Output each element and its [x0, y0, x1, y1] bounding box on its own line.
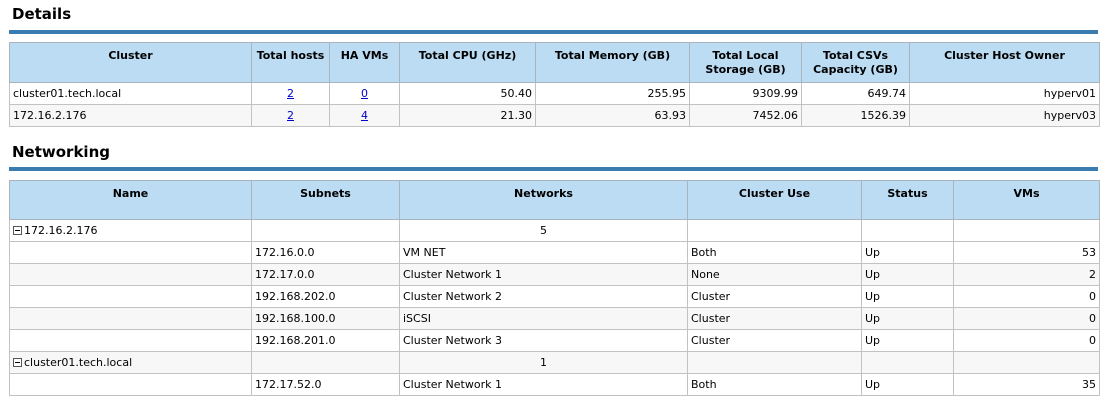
status-value: Up [861, 329, 954, 352]
group-network-count: 5 [399, 219, 688, 242]
cluster-use-value: Cluster [687, 329, 862, 352]
cluster-use-value: Cluster [687, 285, 862, 308]
total-memory-value: 255.95 [535, 82, 690, 105]
subnet-value: 172.16.0.0 [251, 241, 400, 264]
network-value: Cluster Network 1 [399, 373, 688, 396]
col-header-status[interactable]: Status [861, 180, 954, 220]
group-name: cluster01.tech.local [24, 356, 133, 369]
network-value: iSCSI [399, 307, 688, 330]
cluster-use-value: None [687, 263, 862, 286]
total-cpu-value: 50.40 [399, 82, 536, 105]
details-header-row: Cluster Total hosts HA VMs Total CPU (GH… [9, 42, 1100, 83]
total-cpu-value: 21.30 [399, 104, 536, 127]
total-hosts-link[interactable]: 2 [287, 87, 294, 100]
collapse-minus-icon[interactable] [13, 358, 22, 367]
total-local-storage-value: 9309.99 [689, 82, 802, 105]
col-header-cluster[interactable]: Cluster [9, 42, 252, 83]
status-value: Up [861, 373, 954, 396]
status-value: Up [861, 285, 954, 308]
group-row[interactable]: cluster01.tech.local 1 [9, 351, 1100, 374]
networking-title: Networking [12, 143, 110, 161]
total-memory-value: 63.93 [535, 104, 690, 127]
vms-value: 0 [953, 285, 1100, 308]
network-value: Cluster Network 1 [399, 263, 688, 286]
cluster-name: 172.16.2.176 [9, 104, 252, 127]
col-header-cluster-use[interactable]: Cluster Use [687, 180, 862, 220]
details-table: Cluster Total hosts HA VMs Total CPU (GH… [9, 42, 1100, 127]
ha-vms-link[interactable]: 4 [361, 109, 368, 122]
col-header-total-csvs-capacity[interactable]: Total CSVs Capacity (GB) [801, 42, 910, 83]
vms-value: 35 [953, 373, 1100, 396]
total-csvs-capacity-value: 1526.39 [801, 104, 910, 127]
col-header-total-cpu[interactable]: Total CPU (GHz) [399, 42, 536, 83]
cluster-host-owner-value: hyperv03 [909, 104, 1100, 127]
table-row: 192.168.202.0 Cluster Network 2 Cluster … [9, 285, 1100, 308]
table-row: 192.168.100.0 iSCSI Cluster Up 0 [9, 307, 1100, 330]
total-hosts-link[interactable]: 2 [287, 109, 294, 122]
table-row: 172.16.2.176 2 4 21.30 63.93 7452.06 152… [9, 104, 1100, 127]
vms-value: 0 [953, 329, 1100, 352]
subnet-value: 172.17.0.0 [251, 263, 400, 286]
subnet-value: 192.168.201.0 [251, 329, 400, 352]
table-row: 172.17.0.0 Cluster Network 1 None Up 2 [9, 263, 1100, 286]
networking-table: Name Subnets Networks Cluster Use Status… [9, 180, 1100, 396]
col-header-total-hosts[interactable]: Total hosts [251, 42, 330, 83]
col-header-total-local-storage[interactable]: Total Local Storage (GB) [689, 42, 802, 83]
table-row: 192.168.201.0 Cluster Network 3 Cluster … [9, 329, 1100, 352]
network-value: Cluster Network 2 [399, 285, 688, 308]
col-header-vms[interactable]: VMs [953, 180, 1100, 220]
total-local-storage-value: 7452.06 [689, 104, 802, 127]
details-divider [9, 30, 1098, 34]
col-header-cluster-host-owner[interactable]: Cluster Host Owner [909, 42, 1100, 83]
cluster-use-value: Cluster [687, 307, 862, 330]
table-row: 172.17.52.0 Cluster Network 1 Both Up 35 [9, 373, 1100, 396]
status-value: Up [861, 263, 954, 286]
group-name: 172.16.2.176 [24, 224, 98, 237]
details-title: Details [12, 5, 72, 23]
table-row: 172.16.0.0 VM NET Both Up 53 [9, 241, 1100, 264]
subnet-value: 172.17.52.0 [251, 373, 400, 396]
group-network-count: 1 [399, 351, 688, 374]
col-header-ha-vms[interactable]: HA VMs [329, 42, 400, 83]
vms-value: 0 [953, 307, 1100, 330]
ha-vms-link[interactable]: 0 [361, 87, 368, 100]
subnet-value: 192.168.100.0 [251, 307, 400, 330]
total-csvs-capacity-value: 649.74 [801, 82, 910, 105]
col-header-networks[interactable]: Networks [399, 180, 688, 220]
status-value: Up [861, 307, 954, 330]
network-value: VM NET [399, 241, 688, 264]
col-header-subnets[interactable]: Subnets [251, 180, 400, 220]
vms-value: 53 [953, 241, 1100, 264]
networking-header-row: Name Subnets Networks Cluster Use Status… [9, 180, 1100, 220]
col-header-total-memory[interactable]: Total Memory (GB) [535, 42, 690, 83]
networking-divider [9, 167, 1098, 171]
cluster-use-value: Both [687, 373, 862, 396]
subnet-value: 192.168.202.0 [251, 285, 400, 308]
vms-value: 2 [953, 263, 1100, 286]
collapse-minus-icon[interactable] [13, 226, 22, 235]
network-value: Cluster Network 3 [399, 329, 688, 352]
cluster-host-owner-value: hyperv01 [909, 82, 1100, 105]
table-row: cluster01.tech.local 2 0 50.40 255.95 93… [9, 82, 1100, 105]
cluster-use-value: Both [687, 241, 862, 264]
col-header-name[interactable]: Name [9, 180, 252, 220]
group-row[interactable]: 172.16.2.176 5 [9, 219, 1100, 242]
status-value: Up [861, 241, 954, 264]
cluster-name: cluster01.tech.local [9, 82, 252, 105]
